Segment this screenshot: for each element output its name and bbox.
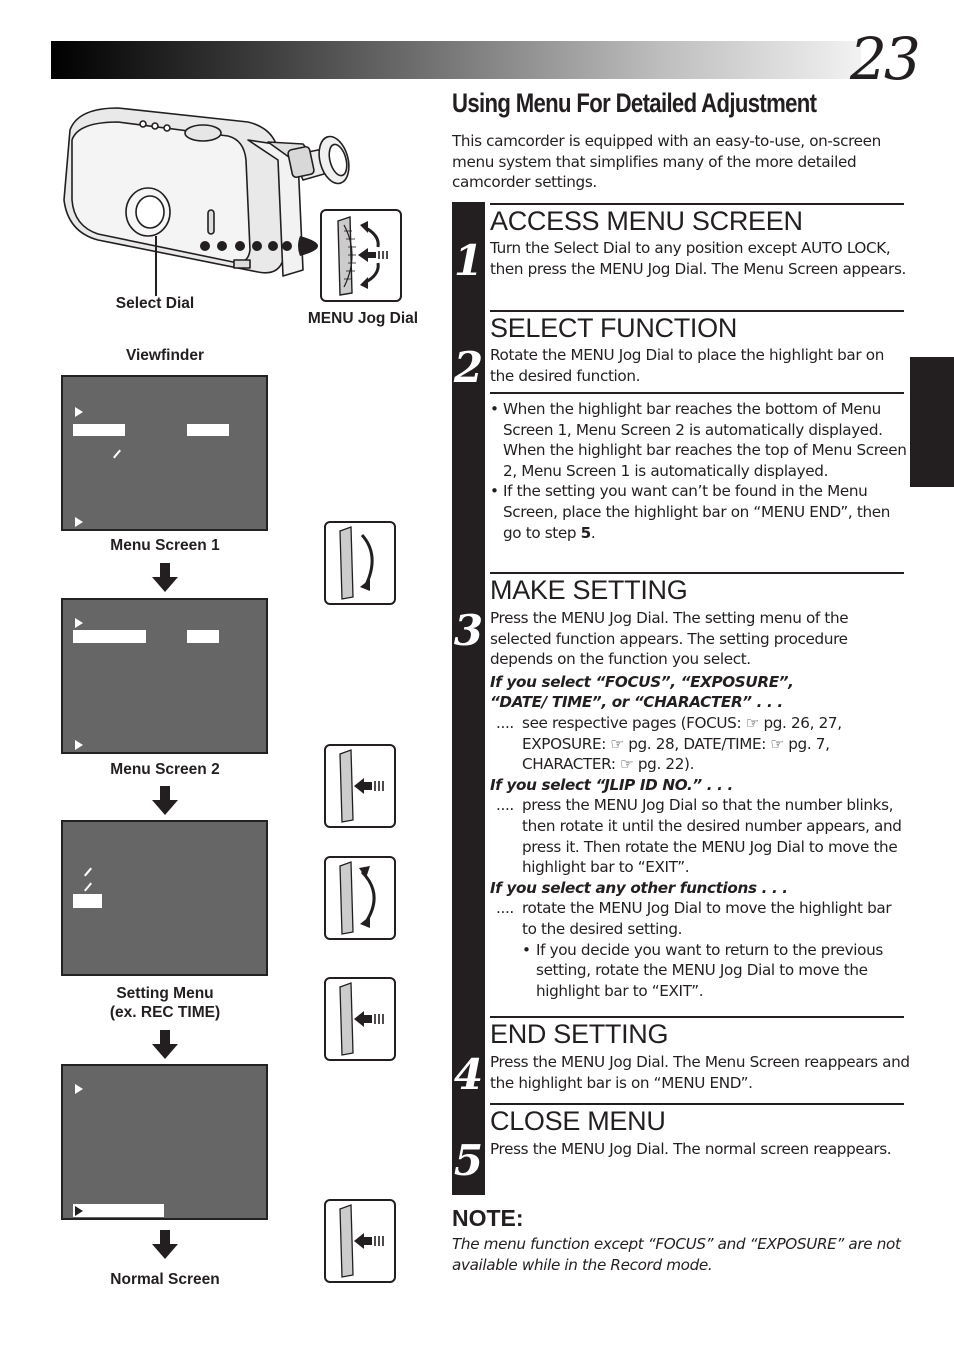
step-divider — [490, 1016, 904, 1018]
page-number: 23 — [850, 25, 921, 93]
highlight-bar — [73, 424, 125, 436]
leader-dots: .... — [496, 796, 514, 815]
step-number-1: 1 — [453, 236, 484, 285]
chapter-side-tab — [910, 357, 954, 487]
down-arrow-icon — [150, 563, 180, 597]
step-divider — [490, 310, 904, 312]
blinking-value — [187, 424, 229, 436]
jog-dial-press-icon — [339, 1204, 384, 1278]
leader-dots: .... — [496, 713, 514, 732]
blinking-value — [187, 630, 219, 643]
step-5-heading: CLOSE MENU — [490, 1106, 666, 1136]
case-instruction: .... press the MENU Jog Dial so that the … — [490, 795, 910, 877]
jog-dial-rotate-both-icon — [337, 216, 388, 296]
step-divider — [490, 1103, 904, 1105]
header-gradient-bar — [51, 41, 861, 79]
menu-screen-2 — [61, 598, 268, 754]
cursor-icon — [75, 1084, 83, 1094]
highlight-bar — [73, 630, 146, 643]
jog-dial-rotate-down — [324, 521, 396, 605]
caption-line-1: Setting Menu — [116, 985, 214, 1002]
camcorder-icon — [63, 107, 350, 296]
jog-dial-rotate-both — [324, 856, 396, 940]
step-4-heading: END SETTING — [490, 1019, 669, 1049]
down-arrow-icon — [150, 786, 180, 820]
step-2-heading: SELECT FUNCTION — [490, 313, 738, 343]
note-text: The menu function except “FOCUS” and “EX… — [452, 1235, 901, 1274]
step-divider — [490, 572, 904, 574]
note-bullet: • When the highlight bar reaches the bott… — [490, 399, 910, 481]
menu-jog-dial-label: MENU Jog Dial — [307, 310, 419, 327]
bullet-text: When the highlight bar reaches the botto… — [503, 400, 907, 480]
case-instruction: .... see respective pages (FOCUS: ☞ pg. 2… — [490, 713, 910, 775]
cursor-icon — [75, 407, 83, 417]
case-condition: If you select any other functions . . . — [490, 878, 788, 897]
jog-dial-press — [324, 977, 396, 1061]
step-1-body: Turn the Select Dial to any position exc… — [490, 239, 906, 278]
step-number-2: 2 — [453, 343, 484, 392]
intro-paragraph: This camcorder is equipped with an easy-… — [452, 132, 881, 192]
cursor-icon — [75, 1205, 83, 1216]
step-2-body: Rotate the MENU Jog Dial to place the hi… — [490, 346, 884, 385]
step-reference: 5 — [580, 523, 592, 542]
normal-screen-caption: Normal Screen — [110, 1271, 220, 1288]
step-number-4: 4 — [453, 1050, 484, 1099]
cursor-icon — [75, 618, 83, 628]
case-condition: If you select “JLIP ID NO.” . . . — [490, 775, 733, 794]
caption-line-2: (ex. REC TIME) — [109, 1004, 221, 1021]
jog-dial-rotate-icon — [339, 526, 374, 600]
instruction-text: see respective pages (FOCUS: ☞ pg. 26, 2… — [522, 713, 842, 774]
menu-end-highlight-bar — [73, 1204, 164, 1217]
case-condition: If you select “FOCUS”, “EXPOSURE”, “DATE… — [490, 672, 910, 713]
viewfinder-label: Viewfinder — [125, 347, 205, 364]
sub-bullet-text: If you decide you want to return to the … — [536, 940, 883, 1000]
step-1-heading: ACCESS MENU SCREEN — [490, 206, 803, 236]
note-label: NOTE: — [452, 1205, 524, 1231]
cursor-icon — [75, 740, 83, 750]
step-divider — [490, 392, 904, 394]
dotted-pointer — [200, 236, 320, 256]
cursor-icon — [75, 517, 83, 527]
step-number-3: 3 — [453, 606, 484, 655]
condition-line: “DATE/ TIME”, or “CHARACTER” . . . — [490, 693, 783, 712]
setting-menu-caption: Setting Menu (ex. REC TIME) — [90, 984, 240, 1022]
jog-dial-rotate-both-icon — [339, 861, 376, 935]
step-3-body: Press the MENU Jog Dial. The setting men… — [490, 608, 910, 1001]
menu-screen-2-caption: Menu Screen 2 — [110, 761, 220, 778]
instruction-text: press the MENU Jog Dial so that the numb… — [522, 796, 902, 877]
camcorder-illustration — [58, 100, 358, 300]
highlight-bar — [73, 894, 102, 908]
setting-menu-screen — [61, 820, 268, 976]
slash-mark — [84, 867, 92, 877]
bullet-text: If the setting you want can’t be found i… — [503, 482, 891, 542]
jog-dial-press — [324, 1199, 396, 1283]
menu-screen-1 — [61, 375, 268, 531]
menu-screen-end — [61, 1064, 268, 1220]
sub-bullet: • If you decide you want to return to the… — [490, 940, 910, 1002]
jog-dial-press-icon — [339, 982, 384, 1056]
step-3-intro: Press the MENU Jog Dial. The setting men… — [490, 609, 849, 669]
step-2-notes: • When the highlight bar reaches the bott… — [490, 399, 910, 543]
step-3-heading: MAKE SETTING — [490, 575, 688, 605]
condition-line: If you select “FOCUS”, “EXPOSURE”, — [490, 672, 794, 691]
note-bullet: • If the setting you want can’t be found … — [490, 482, 891, 542]
step-4-body: Press the MENU Jog Dial. The Menu Screen… — [490, 1053, 910, 1092]
menu-jog-dial-diagram — [320, 209, 402, 302]
step-5-body: Press the MENU Jog Dial. The normal scre… — [490, 1140, 892, 1158]
jog-dial-press-icon — [339, 749, 384, 823]
menu-screen-1-caption: Menu Screen 1 — [110, 537, 220, 554]
case-instruction: .... rotate the MENU Jog Dial to move the… — [490, 898, 910, 939]
down-arrow-icon — [150, 1230, 180, 1264]
instruction-text: rotate the MENU Jog Dial to move the hig… — [522, 899, 892, 938]
section-title: Using Menu For Detailed Adjustment — [452, 88, 817, 118]
step-number-5: 5 — [453, 1136, 484, 1185]
down-arrow-icon — [150, 1030, 180, 1064]
slash-mark — [84, 882, 92, 892]
leader-dots: .... — [496, 899, 514, 918]
jog-dial-press — [324, 744, 396, 828]
select-dial-label: Select Dial — [115, 295, 195, 312]
step-divider — [490, 203, 904, 205]
slash-mark — [113, 449, 121, 459]
